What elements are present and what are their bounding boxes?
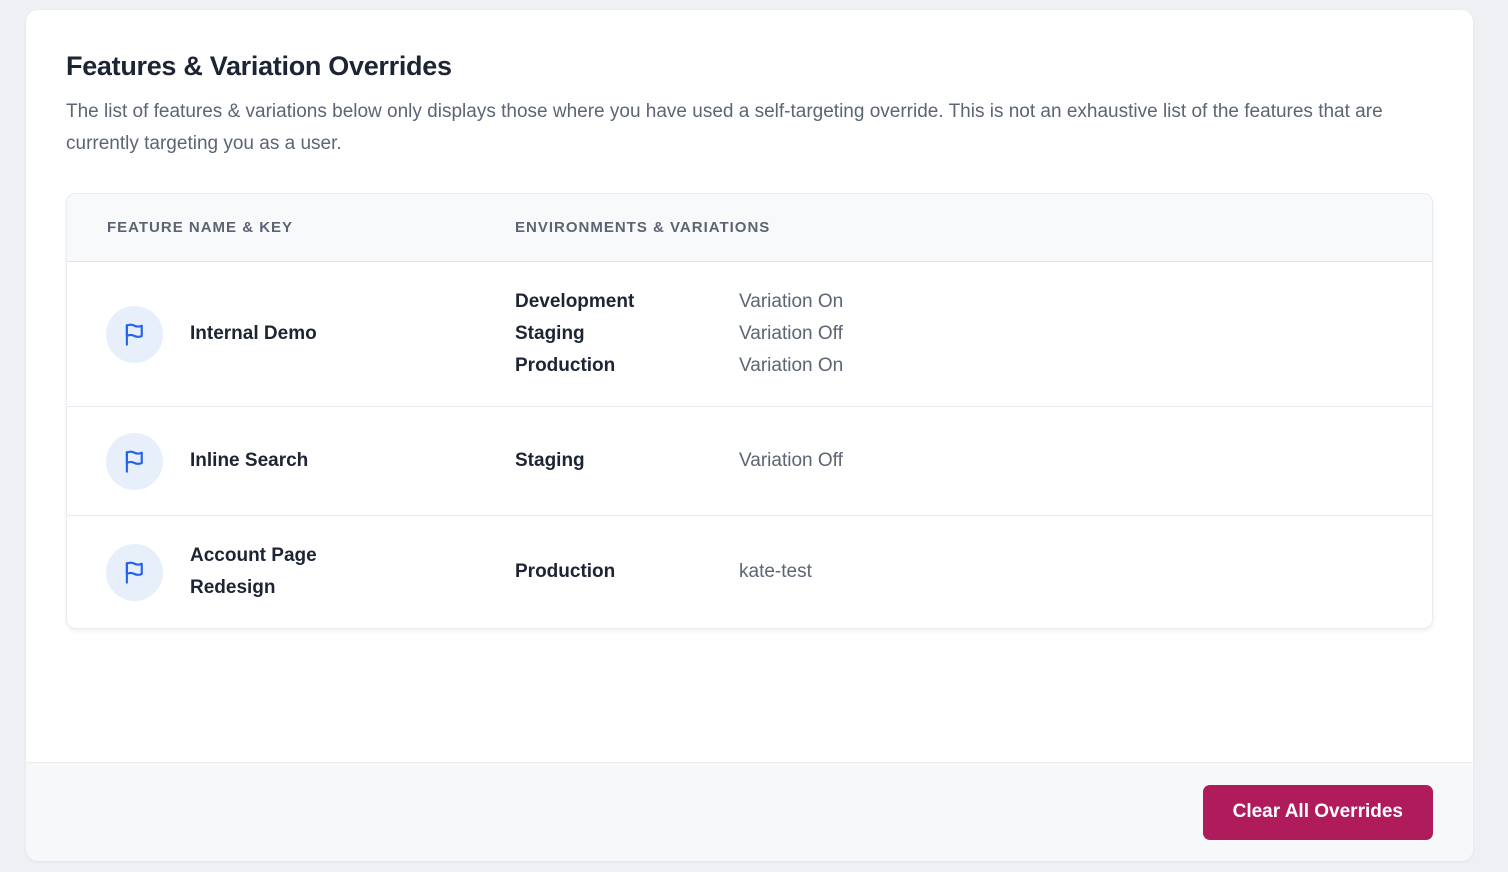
flag-icon xyxy=(106,544,163,601)
environment-line: StagingVariation Off xyxy=(515,318,1432,350)
flag-icon xyxy=(106,433,163,490)
environment-name: Production xyxy=(515,556,739,588)
environment-line: ProductionVariation On xyxy=(515,350,1432,382)
page-description: The list of features & variations below … xyxy=(66,96,1416,160)
feature-cell: Internal Demo xyxy=(67,306,515,363)
environments-cell: StagingVariation Off xyxy=(515,445,1432,477)
clear-all-overrides-button[interactable]: Clear All Overrides xyxy=(1203,785,1433,840)
table-body: Internal DemoDevelopmentVariation OnStag… xyxy=(67,262,1432,628)
environment-name: Staging xyxy=(515,318,739,350)
environment-line: DevelopmentVariation On xyxy=(515,286,1432,318)
environment-name: Staging xyxy=(515,445,739,477)
overrides-table: Feature name & key Environments & variat… xyxy=(66,193,1433,629)
variation-value: kate-test xyxy=(739,556,1432,588)
table-row: Inline Search StagingVariation Off xyxy=(67,406,1432,515)
environment-name: Production xyxy=(515,350,739,382)
table-row: Account Page Redesign Productionkate-test xyxy=(67,515,1432,628)
page-title: Features & Variation Overrides xyxy=(66,50,1433,82)
overrides-panel: Features & Variation Overrides The list … xyxy=(26,10,1473,861)
environments-cell: Productionkate-test xyxy=(515,556,1432,588)
table-header-row: Feature name & key Environments & variat… xyxy=(67,194,1432,262)
environment-line: StagingVariation Off xyxy=(515,445,1432,477)
environment-line: Productionkate-test xyxy=(515,556,1432,588)
column-header-feature-name-key: Feature name & key xyxy=(67,219,515,236)
panel-content: Features & Variation Overrides The list … xyxy=(26,10,1473,762)
variation-value: Variation Off xyxy=(739,318,1432,350)
variation-value: Variation On xyxy=(739,350,1432,382)
variation-value: Variation Off xyxy=(739,445,1432,477)
feature-cell: Inline Search xyxy=(67,433,515,490)
table-row: Internal Demo DevelopmentVariation OnStag… xyxy=(67,262,1432,406)
feature-name: Account Page Redesign xyxy=(190,540,350,604)
environment-name: Development xyxy=(515,286,739,318)
variation-value: Variation On xyxy=(739,286,1432,318)
environments-cell: DevelopmentVariation OnStagingVariation … xyxy=(515,286,1432,382)
feature-cell: Account Page Redesign xyxy=(67,540,515,604)
flag-icon xyxy=(106,306,163,363)
feature-name: Internal Demo xyxy=(190,318,317,350)
panel-footer: Clear All Overrides xyxy=(26,762,1473,861)
column-header-environments-variations: Environments & variations xyxy=(515,219,1432,236)
feature-name: Inline Search xyxy=(190,445,308,477)
